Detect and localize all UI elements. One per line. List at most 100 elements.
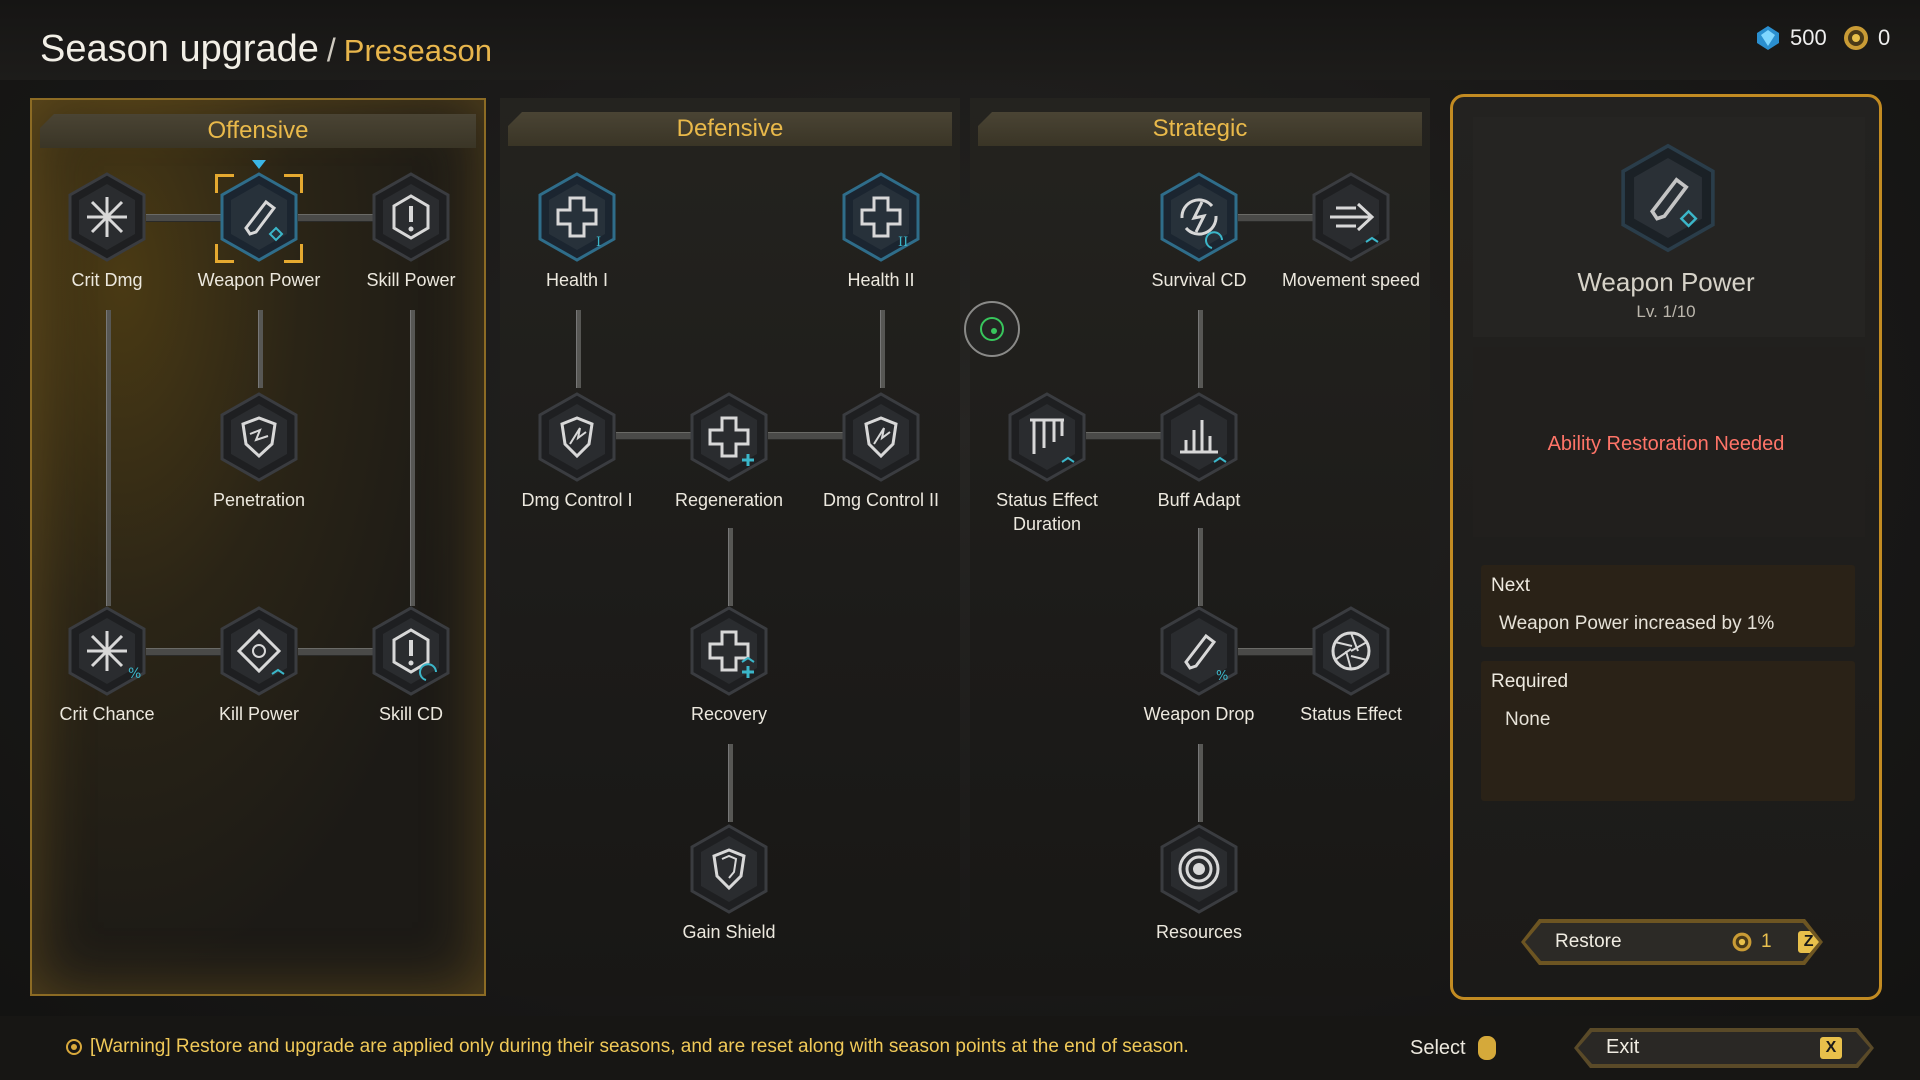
node-label: Gain Shield: [682, 922, 776, 942]
bars-icon: [1008, 392, 1086, 482]
connector: [106, 310, 111, 606]
node-skill-cd[interactable]: Skill CD: [336, 604, 486, 726]
detail-level: Lv. 1/10: [1636, 302, 1696, 321]
next-label: Next: [1491, 575, 1531, 596]
node-label: Health II: [847, 270, 915, 290]
connector: [728, 528, 733, 606]
gun-percent-icon: %: [1160, 606, 1238, 696]
cross-plus-icon: [690, 606, 768, 696]
node-label: Weapon Drop: [1143, 704, 1255, 724]
title-separator: /: [326, 32, 336, 68]
node-crit-chance[interactable]: % Crit Chance: [32, 604, 182, 726]
select-label: Select: [1410, 1036, 1466, 1059]
node-movement-speed[interactable]: Movement speed: [1276, 170, 1426, 292]
crystal-amount: 500: [1790, 25, 1827, 50]
page-title-main: Season upgrade: [40, 28, 319, 70]
exclamation-refresh-icon: [372, 606, 450, 696]
connector: [258, 310, 263, 388]
mouse-left-click-icon: [1477, 1036, 1496, 1060]
node-status-effect[interactable]: Status Effect: [1276, 604, 1426, 726]
node-label: Survival CD: [1151, 270, 1247, 290]
starburst-icon: [68, 172, 146, 262]
node-label: Status Effect: [1300, 704, 1402, 724]
restore-button[interactable]: Restore 1 Z: [1525, 923, 1819, 961]
node-label: Dmg Control II: [822, 490, 940, 510]
required-label: Required: [1491, 671, 1569, 692]
node-label: Dmg Control I: [521, 490, 633, 510]
coin-amount: 0: [1878, 25, 1891, 50]
node-health-2[interactable]: II Health II: [806, 170, 956, 292]
connector: [576, 310, 581, 388]
required-value: None: [1505, 709, 1551, 730]
bar-chart-icon: [1160, 392, 1238, 482]
x-key-icon: X: [1820, 1037, 1842, 1059]
node-gain-shield[interactable]: Gain Shield: [654, 822, 804, 944]
node-label-line1: Status Effect: [996, 490, 1098, 510]
node-buff-adapt[interactable]: Buff Adapt: [1124, 390, 1274, 512]
medical-cross-icon: I: [538, 172, 616, 262]
target-diamond-icon: [220, 606, 298, 696]
node-survival-cd[interactable]: Survival CD: [1124, 170, 1274, 292]
strategic-header: Strategic: [978, 112, 1422, 146]
exit-button[interactable]: Exit X: [1578, 1032, 1870, 1064]
node-label: Status Effect Duration: [972, 488, 1122, 536]
lightning-swirl-icon: [1160, 172, 1238, 262]
footer-warning: [Warning] Restore and upgrade are applie…: [66, 1036, 1189, 1058]
gold-gear-coin-icon: [1731, 931, 1753, 953]
node-status-effect-duration[interactable]: Status Effect Duration: [972, 390, 1122, 536]
next-effect-box: Next Weapon Power increased by 1%: [1481, 565, 1855, 647]
required-box: Required None: [1481, 661, 1855, 801]
exclamation-shield-icon: [372, 172, 450, 262]
node-health-1[interactable]: I Health I: [502, 170, 652, 292]
connector: [1198, 744, 1203, 822]
node-label: Movement speed: [1281, 270, 1421, 290]
selected-indicator-icon: [252, 160, 266, 169]
select-hint: Select: [1410, 1036, 1496, 1060]
node-label-line2: Duration: [1012, 514, 1082, 534]
node-label: Skill Power: [366, 270, 456, 290]
page-subtitle: Preseason: [343, 33, 493, 68]
footer-warning-text: [Warning] Restore and upgrade are applie…: [90, 1036, 1189, 1057]
defensive-header: Defensive: [508, 112, 952, 146]
cracked-shield-icon: [538, 392, 616, 482]
node-dmg-control-2[interactable]: Dmg Control II: [806, 390, 956, 512]
blue-crystal-icon: [1757, 26, 1779, 50]
warning-dot-icon: [66, 1039, 82, 1055]
node-weapon-drop[interactable]: % Weapon Drop: [1124, 604, 1274, 726]
connector: [410, 310, 415, 606]
node-label: Regeneration: [674, 490, 784, 510]
node-label: Weapon Power: [197, 270, 321, 290]
detail-title: Weapon Power: [1577, 267, 1755, 297]
node-label: Resources: [1155, 922, 1243, 942]
node-label: Buff Adapt: [1157, 490, 1241, 510]
detail-panel: Weapon Power Lv. 1/10 Ability Restoratio…: [1450, 94, 1882, 1000]
restore-label: Restore: [1555, 931, 1622, 952]
connector: [728, 744, 733, 822]
gamepad-cursor: [964, 301, 1020, 357]
connector: [880, 310, 885, 388]
page-title: Season upgrade / Preseason: [40, 28, 492, 71]
node-weapon-power[interactable]: Weapon Power: [184, 160, 334, 292]
cross-plus-icon: [690, 392, 768, 482]
node-label: Kill Power: [218, 704, 300, 724]
node-label: Penetration: [212, 490, 306, 510]
node-skill-power[interactable]: Skill Power: [336, 170, 486, 292]
crystal-currency: 500: [1754, 24, 1827, 52]
starburst-percent-icon: %: [68, 606, 146, 696]
node-resources[interactable]: Resources: [1124, 822, 1274, 944]
node-label: Crit Dmg: [71, 270, 143, 290]
node-recovery[interactable]: Recovery: [654, 604, 804, 726]
node-regeneration[interactable]: Regeneration: [654, 390, 804, 512]
node-penetration[interactable]: Penetration: [184, 390, 334, 512]
speed-arrow-icon: [1312, 172, 1390, 262]
node-crit-dmg[interactable]: Crit Dmg: [32, 170, 182, 292]
medical-cross-icon: II: [842, 172, 920, 262]
restore-cost: 1 Z: [1731, 931, 1820, 953]
gold-gear-coin-icon: [1844, 26, 1868, 50]
connector: [1198, 528, 1203, 606]
offensive-header: Offensive: [40, 114, 476, 148]
node-kill-power[interactable]: Kill Power: [184, 604, 334, 726]
node-dmg-control-1[interactable]: Dmg Control I: [502, 390, 652, 512]
node-label: Recovery: [690, 704, 768, 724]
svg-text:II: II: [898, 235, 908, 250]
